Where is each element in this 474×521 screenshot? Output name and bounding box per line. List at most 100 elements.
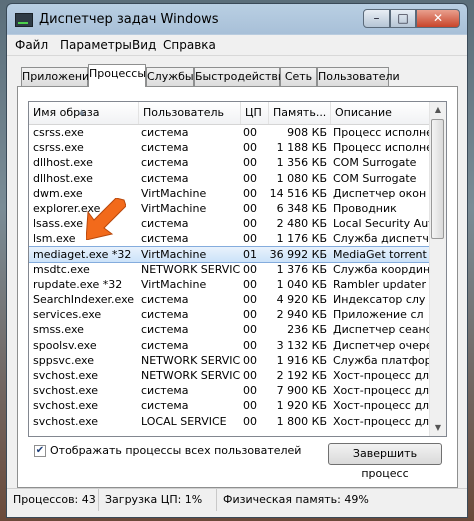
scroll-down-icon[interactable]: ▼: [430, 420, 446, 436]
tab-performance[interactable]: Быстродействие: [194, 67, 292, 86]
column-header-user[interactable]: Пользователь: [139, 102, 241, 124]
process-cpu: 00: [243, 156, 257, 170]
process-cpu: 01: [243, 247, 257, 261]
process-memory: 1 080 КБ: [276, 171, 327, 185]
status-bar: Процессов: 43 Загрузка ЦП: 1% Физическая…: [7, 488, 467, 517]
process-user: VirtMachine: [141, 277, 207, 291]
process-description: Служба диспетч: [333, 232, 429, 246]
process-memory: 1 916 КБ: [276, 353, 327, 367]
menu-view[interactable]: Вид: [132, 38, 156, 52]
process-user: система: [141, 308, 189, 322]
process-cpu: 00: [243, 141, 257, 155]
window-title: Диспетчер задач Windows: [39, 12, 219, 27]
menu-help[interactable]: Справка: [163, 38, 216, 52]
process-memory: 1 376 КБ: [276, 262, 327, 276]
process-user: система: [141, 338, 189, 352]
show-all-users-checkbox[interactable]: ✔: [34, 445, 46, 457]
process-name: svchost.exe: [33, 399, 99, 413]
minimize-button[interactable]: –: [363, 9, 390, 28]
table-row[interactable]: smss.exe система 00 236 КБ Диспетчер сеанс: [29, 322, 432, 337]
scroll-thumb[interactable]: [431, 119, 444, 239]
process-cpu: 00: [243, 293, 257, 307]
table-row[interactable]: SearchIndexer.exe система 00 4 920 КБ Индекс…: [29, 292, 432, 307]
table-row-selected[interactable]: mediaget.exe *32 VirtMachine 01 36 992 КБ Me…: [29, 245, 433, 263]
sort-ascending-icon: ▲: [79, 108, 85, 116]
process-description: Хост-процесс дл: [333, 414, 430, 428]
process-description: Хост-процесс дл: [333, 399, 430, 413]
close-button[interactable]: ✕: [416, 9, 460, 28]
menu-options[interactable]: Параметры: [60, 38, 132, 52]
table-row[interactable]: sppsvc.exe NETWORK SERVICE 00 1 916 КБ Служб…: [29, 353, 432, 368]
process-name: services.exe: [33, 308, 102, 322]
column-header-memory[interactable]: Память...: [269, 102, 331, 124]
process-cpu: 00: [243, 384, 257, 398]
process-user: NETWORK SERVICE: [141, 369, 241, 382]
process-name: dllhost.exe: [33, 156, 93, 170]
tab-network[interactable]: Сеть: [280, 67, 317, 86]
task-manager-window: Диспетчер задач Windows – □ ✕ Файл Парам…: [6, 3, 468, 518]
status-process-count: Процессов: 43: [7, 489, 99, 511]
table-row[interactable]: dllhost.exe система 00 1 080 КБ COM Surrogat…: [29, 171, 432, 186]
table-row[interactable]: svchost.exe система 00 7 900 КБ Хост-процесс…: [29, 383, 432, 398]
tab-users[interactable]: Пользователи: [317, 67, 400, 86]
end-process-button[interactable]: Завершить процесс: [328, 443, 442, 480]
table-row[interactable]: dllhost.exe система 00 1 356 КБ COM Surrogat…: [29, 155, 432, 170]
table-row[interactable]: spoolsv.exe система 00 3 132 КБ Диспетчер оч…: [29, 338, 433, 353]
process-memory: 908 КБ: [287, 126, 327, 139]
process-user: NETWORK SERVICE: [141, 262, 241, 276]
process-memory: 1 800 КБ: [276, 414, 327, 428]
table-row[interactable]: svchost.exe LOCAL SERVICE 00 1 800 КБ Хост-п…: [29, 414, 432, 429]
table-row[interactable]: rupdate.exe *32 VirtMachine 00 1 040 КБ Ramb…: [29, 277, 432, 292]
process-name: svchost.exe: [33, 384, 99, 398]
process-cpu: 00: [243, 353, 257, 367]
title-bar[interactable]: Диспетчер задач Windows – □ ✕: [7, 4, 467, 34]
process-description: Служба платфор: [333, 353, 432, 367]
maximize-button[interactable]: □: [390, 9, 416, 28]
process-cpu: 00: [243, 126, 257, 139]
process-user: система: [141, 171, 189, 185]
table-row[interactable]: services.exe система 00 2 940 КБ Приложение …: [29, 307, 432, 322]
process-user: система: [141, 126, 189, 139]
menu-file[interactable]: Файл: [15, 38, 48, 52]
table-row[interactable]: svchost.exe система 00 1 920 КБ Хост-процесс…: [29, 398, 432, 413]
menu-bar: Файл Параметры Вид Справка: [7, 35, 467, 56]
vertical-scrollbar[interactable]: ▲ ▼: [429, 102, 446, 436]
tab-processes[interactable]: Процессы: [88, 64, 146, 87]
process-description: Диспетчер сеанс: [333, 323, 432, 337]
process-memory: 1 920 КБ: [276, 399, 327, 413]
table-row[interactable]: svchost.exe NETWORK SERVICE 00 2 192 КБ Хост…: [29, 368, 432, 383]
process-description: Проводник: [333, 201, 397, 215]
process-user: система: [141, 399, 189, 413]
process-list: ▲ Имя образа Пользователь ЦП Память... О…: [28, 101, 447, 437]
status-cpu-usage: Загрузка ЦП: 1%: [99, 489, 217, 511]
process-memory: 2 480 КБ: [276, 217, 327, 231]
task-manager-icon: [15, 13, 33, 27]
status-memory-usage: Физическая память: 49%: [223, 493, 369, 506]
column-header-cpu[interactable]: ЦП: [241, 102, 269, 124]
table-row[interactable]: msdtc.exe NETWORK SERVICE 00 1 376 КБ Служба…: [29, 262, 432, 277]
process-memory: 1 040 КБ: [276, 277, 327, 291]
column-header-description[interactable]: Описание: [331, 102, 432, 124]
table-row[interactable]: csrss.exe система 00 908 КБ Процесс исполне: [29, 125, 433, 140]
process-user: система: [141, 293, 189, 307]
process-user: VirtMachine: [141, 186, 207, 200]
process-description: COM Surrogate: [333, 171, 417, 185]
process-description: Rambler updater: [333, 277, 426, 291]
process-memory: 14 516 КБ: [269, 186, 327, 200]
client-area: Приложения Процессы Службы Быстродействи…: [7, 56, 467, 488]
column-header-image-name[interactable]: ▲ Имя образа: [29, 102, 139, 124]
process-name: csrss.exe: [33, 141, 84, 155]
show-all-users-label: Отображать процессы всех пользователей: [50, 444, 302, 457]
column-header-row: ▲ Имя образа Пользователь ЦП Память... О…: [29, 102, 432, 125]
process-rows: csrss.exe система 00 908 КБ Процесс исполне c…: [29, 125, 433, 429]
process-user: система: [141, 217, 189, 231]
process-name: svchost.exe: [33, 414, 99, 428]
process-description: Хост-процесс дл: [333, 384, 430, 398]
process-user: система: [141, 323, 189, 337]
tab-applications[interactable]: Приложения: [21, 67, 96, 86]
tab-services[interactable]: Службы: [146, 67, 194, 86]
process-description: MediaGet torrent: [333, 247, 427, 261]
scroll-up-icon[interactable]: ▲: [430, 102, 446, 118]
table-row[interactable]: csrss.exe система 00 1 188 КБ Процесс исполн…: [29, 140, 433, 155]
process-name: spoolsv.exe: [33, 338, 97, 352]
